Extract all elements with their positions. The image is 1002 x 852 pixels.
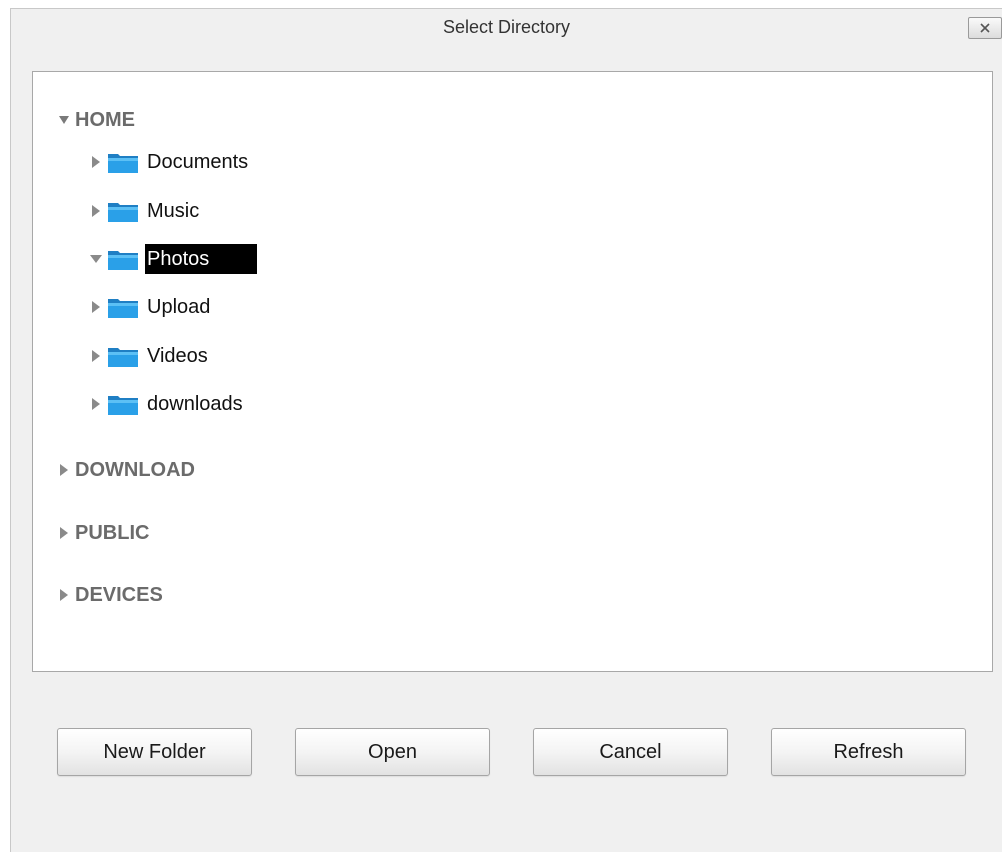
dialog-titlebar[interactable]: Select Directory	[11, 9, 1002, 49]
tree-item-documents[interactable]: Documents	[89, 147, 252, 177]
dialog-title: Select Directory	[442, 17, 571, 37]
collapsed-arrow-icon[interactable]	[89, 155, 103, 169]
collapsed-arrow-icon[interactable]	[57, 588, 71, 602]
select-directory-dialog: Select Directory HOME Documents Music Ph…	[10, 8, 1002, 852]
collapsed-arrow-icon[interactable]	[89, 397, 103, 411]
collapsed-arrow-icon[interactable]	[89, 300, 103, 314]
tree-item-label: Music	[147, 200, 200, 222]
tree-root-label: PUBLIC	[75, 521, 150, 544]
folder-icon	[108, 299, 138, 318]
close-icon	[980, 23, 990, 33]
expanded-arrow-icon[interactable]	[89, 252, 103, 266]
close-button[interactable]	[968, 17, 1002, 39]
folder-icon	[108, 348, 138, 367]
tree-item-label-selected: Photos	[145, 244, 258, 274]
expanded-arrow-icon[interactable]	[57, 113, 71, 127]
tree-item-upload[interactable]: Upload	[89, 292, 214, 322]
folder-icon	[108, 154, 138, 173]
new-folder-button[interactable]: New Folder	[57, 728, 252, 776]
collapsed-arrow-icon[interactable]	[57, 526, 71, 540]
collapsed-arrow-icon[interactable]	[57, 463, 71, 477]
collapsed-arrow-icon[interactable]	[89, 204, 103, 218]
tree-item-label: Upload	[147, 296, 211, 318]
tree-root-download[interactable]: DOWNLOAD	[57, 455, 195, 485]
tree-root-home[interactable]: HOME	[57, 105, 135, 135]
tree-item-photos[interactable]: Photos	[89, 244, 258, 274]
folder-icon	[108, 251, 138, 270]
tree-root-label: DEVICES	[75, 583, 163, 606]
tree-item-label: Videos	[147, 345, 208, 367]
refresh-button[interactable]: Refresh	[771, 728, 966, 776]
directory-tree: HOME Documents Music Photos Upload Video…	[32, 71, 993, 672]
tree-root-devices[interactable]: DEVICES	[57, 580, 163, 610]
tree-root-label: DOWNLOAD	[75, 458, 195, 481]
open-button[interactable]: Open	[295, 728, 490, 776]
folder-icon	[108, 203, 138, 222]
tree-item-downloads[interactable]: downloads	[89, 389, 247, 419]
tree-item-label: downloads	[147, 393, 243, 415]
collapsed-arrow-icon[interactable]	[89, 349, 103, 363]
tree-item-music[interactable]: Music	[89, 196, 203, 226]
folder-icon	[108, 396, 138, 415]
cancel-button[interactable]: Cancel	[533, 728, 728, 776]
tree-root-public[interactable]: PUBLIC	[57, 518, 149, 548]
tree-item-label: Documents	[147, 151, 249, 173]
tree-root-label: HOME	[75, 108, 135, 131]
tree-item-videos[interactable]: Videos	[89, 341, 212, 371]
